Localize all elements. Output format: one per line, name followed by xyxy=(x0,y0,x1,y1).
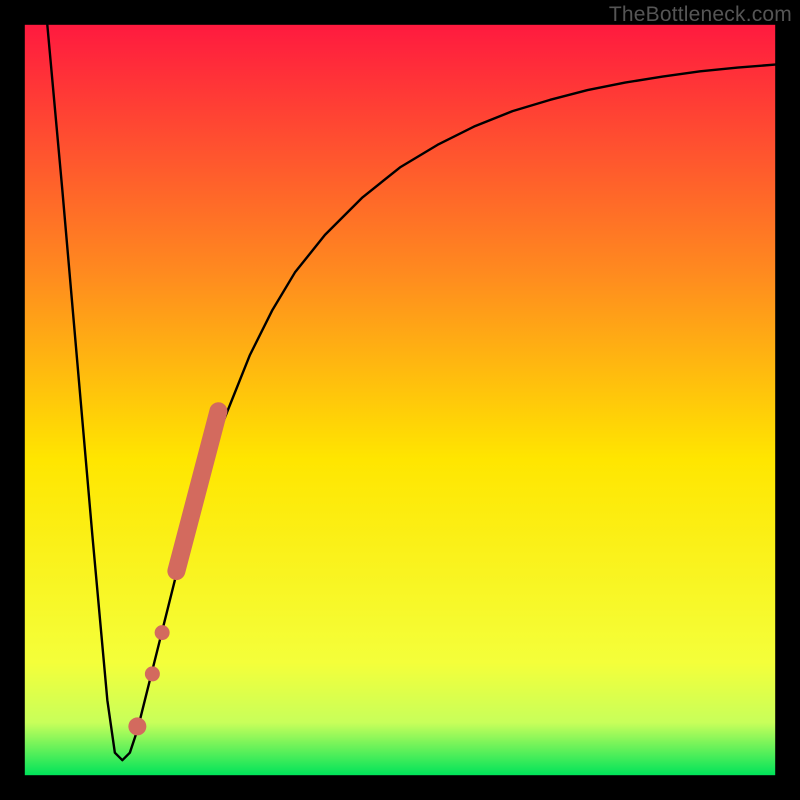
chart-frame: TheBottleneck.com xyxy=(0,0,800,800)
plot-area xyxy=(25,25,775,775)
dot-mid-1 xyxy=(155,625,170,640)
watermark-text: TheBottleneck.com xyxy=(609,3,792,27)
dot-low xyxy=(128,717,146,735)
bottleneck-chart xyxy=(0,0,800,800)
dot-mid-2 xyxy=(145,666,160,681)
